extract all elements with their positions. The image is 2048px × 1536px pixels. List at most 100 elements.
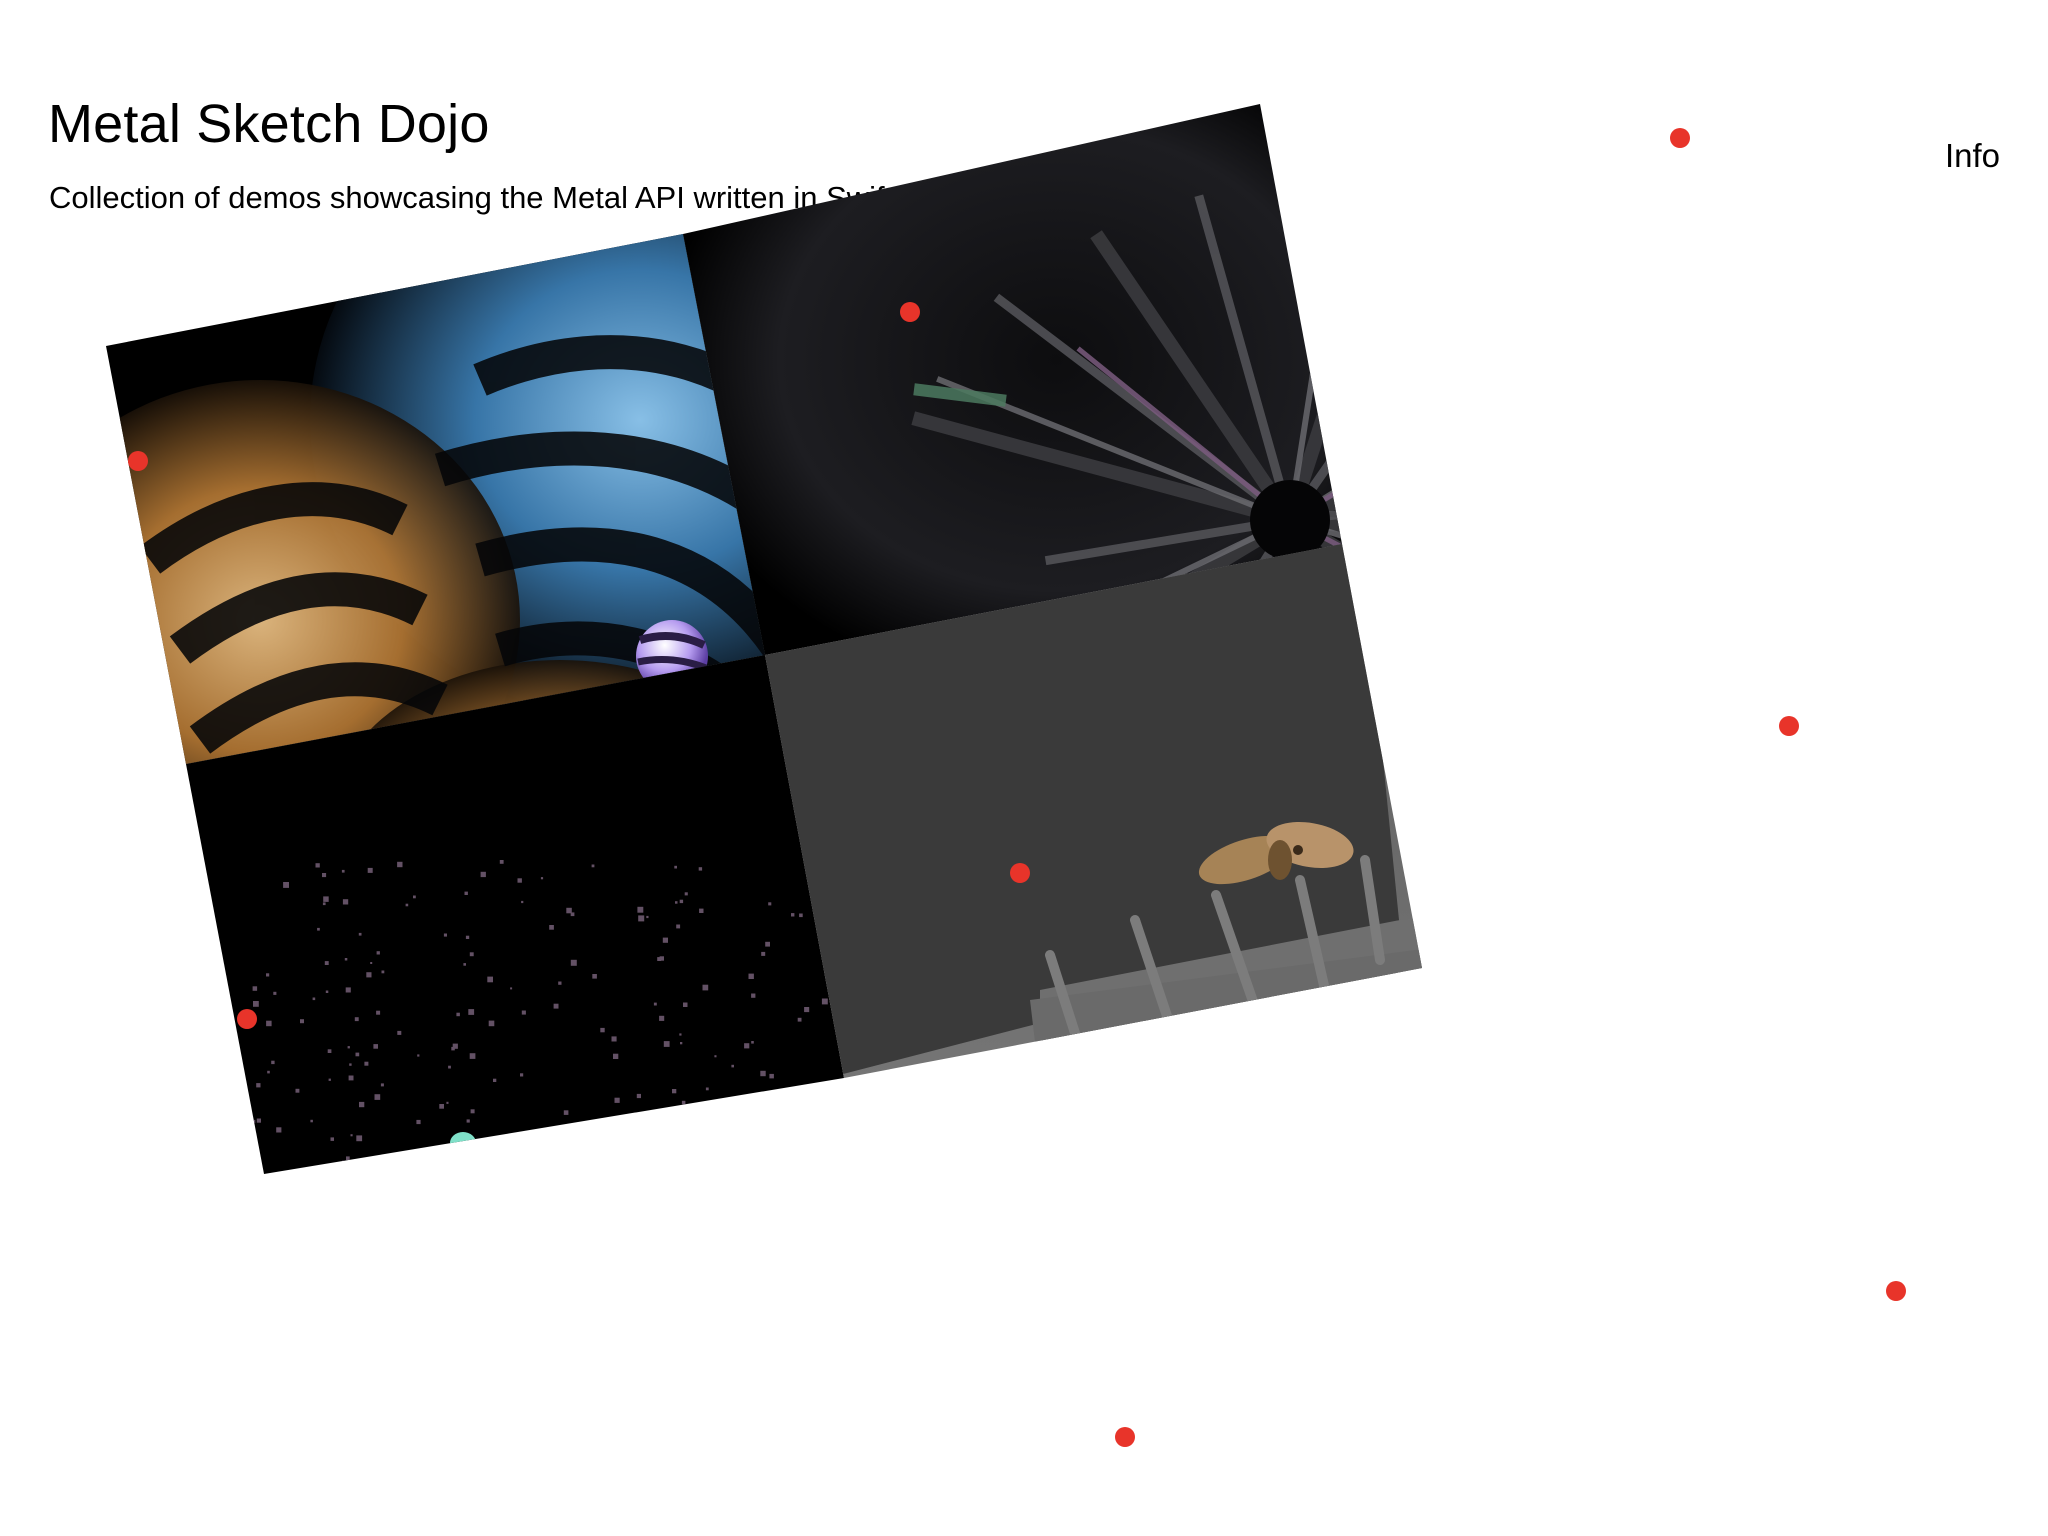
particle	[458, 1321, 461, 1324]
particle	[359, 1101, 365, 1108]
demo-collage	[106, 104, 1906, 1478]
particle	[655, 1180, 661, 1186]
particle	[599, 1402, 604, 1407]
particle	[731, 1064, 734, 1068]
particle	[264, 1353, 269, 1358]
particle	[265, 1347, 269, 1351]
particle	[943, 1475, 946, 1478]
particle	[990, 1451, 994, 1455]
particle	[662, 1133, 667, 1137]
particle	[674, 865, 677, 869]
particle	[1015, 1266, 1017, 1268]
particle	[390, 1431, 395, 1436]
particle	[409, 1383, 412, 1386]
particle	[831, 1399, 834, 1402]
particle	[527, 1374, 533, 1380]
particle	[252, 1119, 256, 1124]
particle	[702, 1421, 708, 1427]
handle-8[interactable]	[1115, 1427, 1135, 1447]
particle	[355, 1052, 360, 1057]
particle	[611, 1036, 617, 1042]
particle	[963, 1208, 969, 1214]
particle	[520, 1073, 524, 1077]
particle	[347, 1046, 350, 1049]
particle	[636, 1093, 641, 1099]
particle	[1091, 1062, 1095, 1066]
particle	[253, 1244, 255, 1246]
handle-4[interactable]	[1779, 716, 1799, 736]
particle	[804, 1007, 810, 1013]
particle	[488, 1020, 495, 1027]
particle	[275, 1238, 278, 1241]
particle	[909, 1266, 913, 1270]
particle	[592, 974, 597, 979]
particle	[545, 1205, 549, 1209]
handle-5[interactable]	[1010, 863, 1030, 883]
particle	[334, 1255, 340, 1261]
particle	[358, 932, 362, 936]
particle	[900, 1069, 906, 1075]
particle	[461, 1308, 466, 1313]
particle	[328, 1078, 331, 1081]
particle	[1043, 1204, 1047, 1208]
particle	[922, 1110, 926, 1114]
particle	[928, 1254, 931, 1257]
particle	[250, 1162, 254, 1166]
particle	[710, 1205, 715, 1210]
particle	[337, 1343, 343, 1349]
demo-tile-dinosaurs[interactable]	[740, 520, 1860, 1460]
particle	[925, 1166, 928, 1169]
particle	[1095, 1134, 1098, 1137]
particle	[769, 1073, 774, 1079]
particle	[871, 1138, 876, 1143]
particle	[252, 986, 258, 991]
particle	[330, 1137, 334, 1141]
particle	[691, 1252, 694, 1255]
particle	[385, 1275, 388, 1278]
particle	[322, 873, 327, 878]
particle	[659, 1015, 665, 1021]
particle	[324, 961, 329, 965]
particle	[1064, 1197, 1068, 1201]
handle-7[interactable]	[1886, 1281, 1906, 1301]
particle	[1073, 1387, 1079, 1393]
particle	[346, 1156, 350, 1161]
particle	[401, 1163, 406, 1167]
particle	[1007, 1360, 1009, 1362]
handle-6[interactable]	[237, 1009, 257, 1029]
particle	[613, 1282, 618, 1287]
handle-1[interactable]	[128, 451, 148, 471]
particle	[345, 987, 351, 993]
particle	[282, 1256, 285, 1259]
handle-2[interactable]	[900, 302, 920, 322]
particle	[370, 962, 373, 964]
particle	[710, 1463, 713, 1466]
handle-3[interactable]	[1670, 128, 1690, 148]
particle	[468, 1009, 475, 1015]
particle	[702, 984, 709, 991]
particle	[317, 927, 320, 931]
particle	[957, 1079, 962, 1084]
particle	[273, 991, 277, 995]
particle	[616, 1311, 620, 1315]
particle	[276, 1127, 282, 1133]
particle	[751, 1041, 754, 1044]
particle	[738, 1264, 742, 1268]
particle	[599, 1381, 601, 1383]
particle	[1100, 1355, 1106, 1361]
particle	[570, 912, 575, 917]
dinosaur-front	[1195, 1094, 1528, 1250]
particle	[836, 1297, 838, 1299]
particle	[838, 1302, 842, 1306]
particle	[368, 1414, 371, 1417]
particle	[296, 1406, 299, 1409]
particle	[1113, 1146, 1115, 1148]
particle	[587, 1352, 590, 1355]
particle	[881, 1256, 884, 1259]
particle	[349, 1063, 352, 1066]
particle	[679, 1033, 682, 1036]
particle	[356, 1135, 363, 1142]
particle	[994, 1361, 999, 1366]
particle	[1002, 1424, 1007, 1429]
particle	[368, 1366, 373, 1371]
